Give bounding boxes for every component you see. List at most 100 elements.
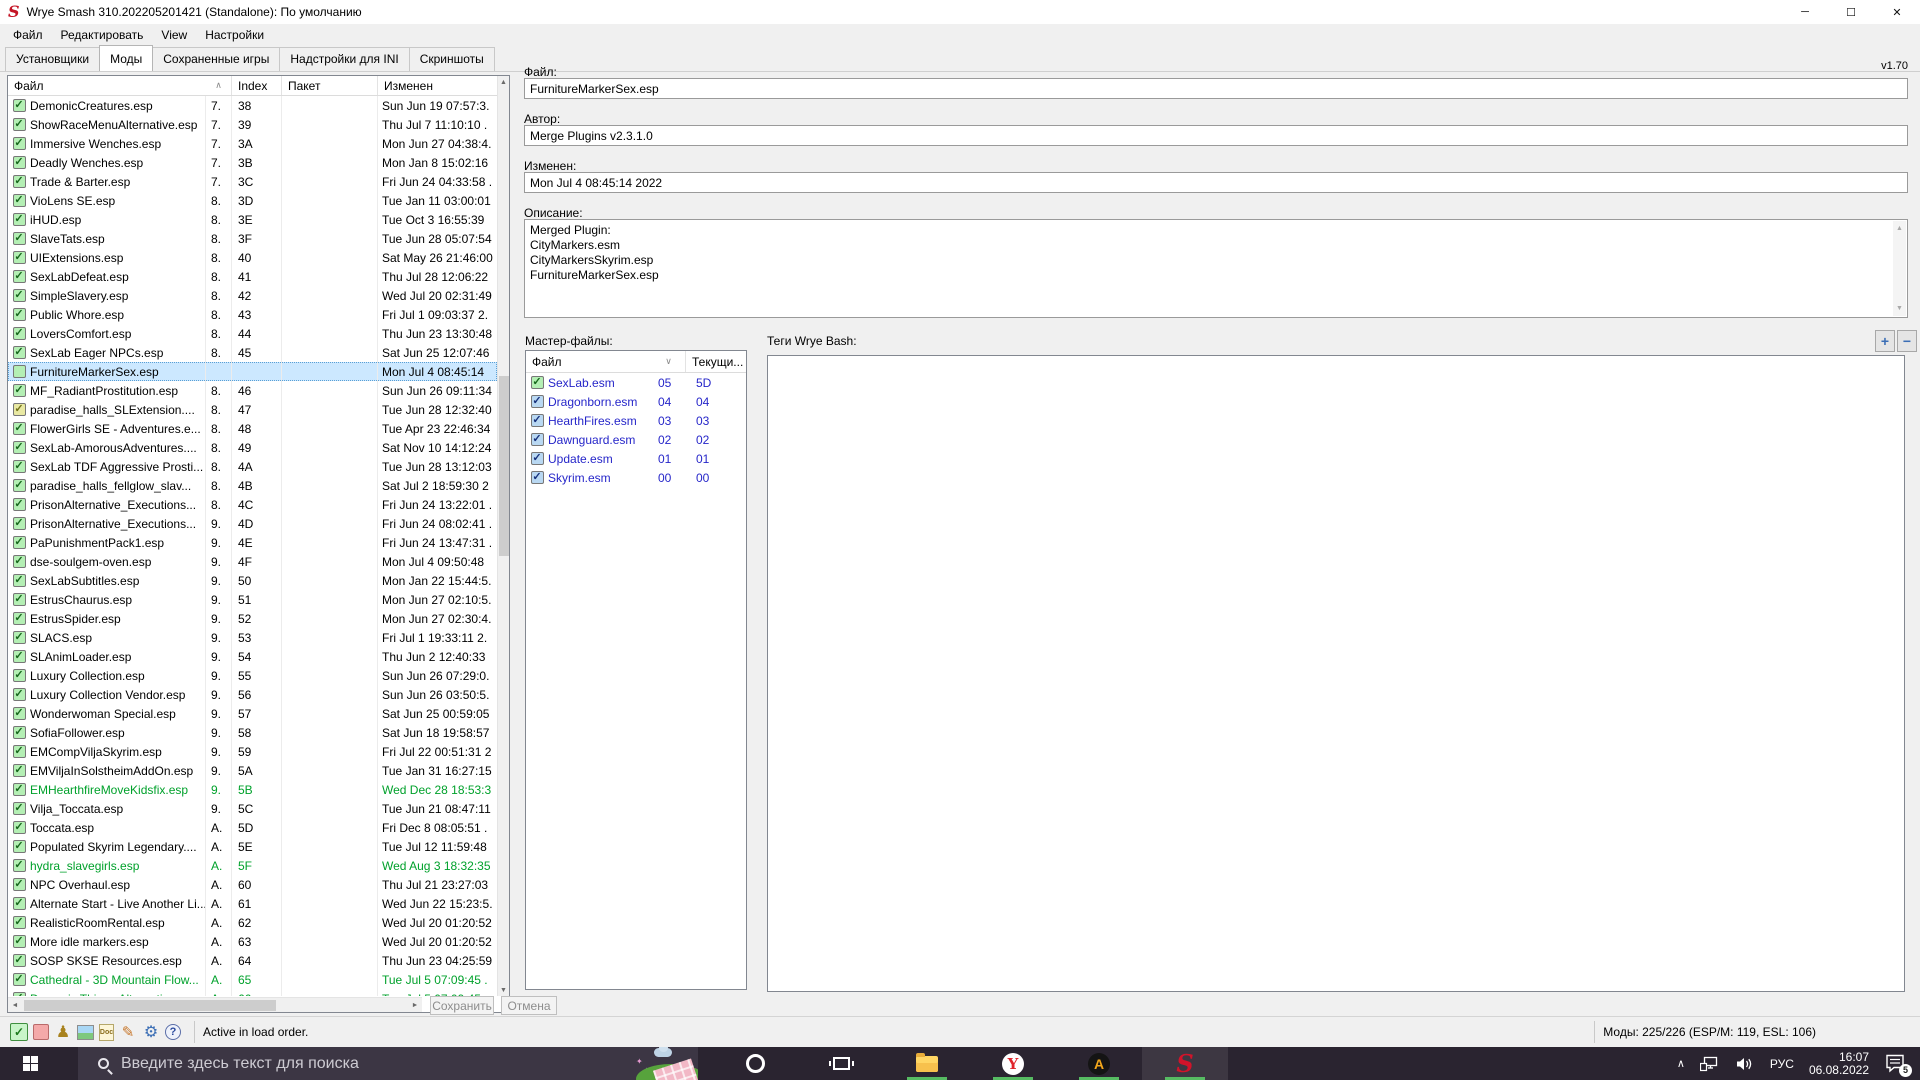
master-checkbox[interactable]: ✓ [531,376,544,389]
menu-item-Файл[interactable]: Файл [4,25,52,45]
master-row[interactable]: ✓Update.esm0101 [526,449,746,468]
mod-row[interactable]: ✓UIExtensions.esp8.40Sat May 26 21:46:00 [8,248,497,267]
doc-icon[interactable]: Doc [99,1024,114,1041]
mod-checkbox[interactable]: ✓ [13,118,26,131]
mod-row[interactable]: ✓Vilja_Toccata.esp9.5CTue Jun 21 08:47:1… [8,799,497,818]
mod-row[interactable]: ✓EstrusChaurus.esp9.51Mon Jun 27 02:10:5… [8,590,497,609]
master-checkbox[interactable]: ✓ [531,395,544,408]
mod-checkbox[interactable]: ✓ [13,669,26,682]
mod-row[interactable]: ✓Populated Skyrim Legendary....A.5ETue J… [8,837,497,856]
menu-item-Редактировать[interactable]: Редактировать [52,25,153,45]
cancel-button[interactable]: Отмена [501,996,557,1015]
column-header-file[interactable]: Файл [526,351,652,372]
tray-overflow-icon[interactable]: ∧ [1677,1057,1685,1070]
mod-checkbox[interactable]: ✓ [13,574,26,587]
mod-checkbox[interactable]: ✓ [13,612,26,625]
menu-item-View[interactable]: View [152,25,196,45]
modified-field[interactable]: Mon Jul 4 08:45:14 2022 [524,172,1908,193]
mod-checkbox[interactable]: ✓ [13,897,26,910]
mod-checkbox[interactable]: ✓ [13,479,26,492]
mod-row[interactable]: ✓Public Whore.esp8.43Fri Jul 1 09:03:37 … [8,305,497,324]
master-row[interactable]: ✓Dawnguard.esm0202 [526,430,746,449]
column-header-current[interactable]: Текущи... [686,351,746,372]
column-header-file[interactable]: Файл [8,76,206,95]
master-row[interactable]: ✓Skyrim.esm0000 [526,468,746,487]
mod-row[interactable]: ✓Toccata.espA.5DFri Dec 8 08:05:51 . [8,818,497,837]
unchecked-box-icon[interactable] [33,1024,49,1040]
mod-checkbox[interactable]: ✓ [13,840,26,853]
mod-checkbox[interactable]: ✓ [13,802,26,815]
mod-row[interactable]: ✓SexLabDefeat.esp8.41Thu Jul 28 12:06:22 [8,267,497,286]
mod-row[interactable]: ✓paradise_halls_SLExtension....8.47Tue J… [8,400,497,419]
scrollbar-thumb[interactable] [24,1000,276,1011]
aimp-taskbar-button[interactable]: A [1056,1047,1142,1080]
mod-row[interactable]: ✓hydra_slavegirls.espA.5FWed Aug 3 18:32… [8,856,497,875]
mod-row[interactable]: ✓Trade & Barter.esp7.3CFri Jun 24 04:33:… [8,172,497,191]
mod-checkbox[interactable]: ✓ [13,213,26,226]
mod-checkbox[interactable]: ✓ [13,954,26,967]
help-icon[interactable]: ? [165,1024,181,1040]
mod-row[interactable]: ✓EMCompViljaSkyrim.esp9.59Fri Jul 22 00:… [8,742,497,761]
file-field[interactable]: FurnitureMarkerSex.esp [524,78,1908,99]
tab-Сохраненные игры[interactable]: Сохраненные игры [152,47,280,71]
column-header-modified[interactable]: Изменен [378,76,509,95]
mod-checkbox[interactable]: ✓ [13,403,26,416]
mod-checkbox[interactable]: ✓ [13,156,26,169]
mod-checkbox[interactable]: ✓ [13,878,26,891]
tab-Установщики[interactable]: Установщики [5,47,100,71]
menu-item-Настройки[interactable]: Настройки [196,25,273,45]
mod-row[interactable]: ✓SexLabSubtitles.esp9.50Mon Jan 22 15:44… [8,571,497,590]
mod-checkbox[interactable] [13,365,26,378]
mod-row[interactable]: ✓SofiaFollower.esp9.58Sat Jun 18 19:58:5… [8,723,497,742]
mod-checkbox[interactable]: ✓ [13,289,26,302]
mod-checkbox[interactable]: ✓ [13,631,26,644]
add-tag-button[interactable]: + [1875,330,1895,352]
mods-horizontal-scrollbar[interactable]: ◄ ► [8,997,422,1012]
mod-row[interactable]: ✓SexLab Eager NPCs.esp8.45Sat Jun 25 12:… [8,343,497,362]
notification-center-icon[interactable]: 5 [1884,1053,1908,1075]
mod-checkbox[interactable]: ✓ [13,517,26,530]
mod-row[interactable]: ✓Luxury Collection Vendor.esp9.56Sun Jun… [8,685,497,704]
mod-row[interactable]: ✓EMHearthfireMoveKidsfix.esp9.5BWed Dec … [8,780,497,799]
mod-checkbox[interactable]: ✓ [13,346,26,359]
scroll-down-icon[interactable]: ▼ [1896,301,1903,316]
mod-row[interactable]: ✓Luxury Collection.esp9.55Sun Jun 26 07:… [8,666,497,685]
master-row[interactable]: ✓HearthFires.esm0303 [526,411,746,430]
mod-checkbox[interactable]: ✓ [13,384,26,397]
save-button[interactable]: Сохранить [430,996,494,1015]
column-header-index[interactable]: Index [232,76,282,95]
keyboard-language[interactable]: РУС [1770,1057,1794,1071]
explorer-taskbar-button[interactable] [884,1047,970,1080]
mod-row[interactable]: ✓FlowerGirls SE - Adventures.e...8.48Tue… [8,419,497,438]
taskbar-search[interactable]: Введите здесь текст для поиска ✦✦ [78,1047,698,1080]
mod-checkbox[interactable]: ✓ [13,460,26,473]
checked-box-icon[interactable]: ✓ [10,1023,28,1041]
column-header-package[interactable]: Пакет [282,76,378,95]
mod-row[interactable]: ✓SexLab-AmorousAdventures....8.49Sat Nov… [8,438,497,457]
mod-row[interactable]: ✓RealisticRoomRental.espA.62Wed Jul 20 0… [8,913,497,932]
mod-row[interactable]: ✓Wonderwoman Special.esp9.57Sat Jun 25 0… [8,704,497,723]
mod-checkbox[interactable]: ✓ [13,688,26,701]
mod-row[interactable]: ✓paradise_halls_fellglow_slav...8.4BSat … [8,476,497,495]
mod-checkbox[interactable]: ✓ [13,422,26,435]
mod-row[interactable]: ✓dse-soulgem-oven.esp9.4FMon Jul 4 09:50… [8,552,497,571]
mod-row[interactable]: ✓SimpleSlavery.esp8.42Wed Jul 20 02:31:4… [8,286,497,305]
mod-checkbox[interactable]: ✓ [13,821,26,834]
mod-checkbox[interactable]: ✓ [13,441,26,454]
mod-checkbox[interactable]: ✓ [13,650,26,663]
mod-checkbox[interactable]: ✓ [13,194,26,207]
description-field[interactable]: Merged Plugin: CityMarkers.esm CityMarke… [524,219,1908,318]
mod-checkbox[interactable]: ✓ [13,555,26,568]
sort-descending-icon[interactable]: ∨ [652,351,686,372]
mod-row[interactable]: ✓Cathedral - 3D Mountain Flow...A.65Tue … [8,970,497,989]
sort-ascending-icon[interactable]: ∧ [206,76,232,95]
task-view-taskbar-button[interactable] [798,1047,884,1080]
mod-checkbox[interactable]: ✓ [13,536,26,549]
tab-Надстройки для INI[interactable]: Надстройки для INI [279,47,409,71]
mod-checkbox[interactable]: ✓ [13,593,26,606]
mod-row[interactable]: ✓NPC Overhaul.espA.60Thu Jul 21 23:27:03 [8,875,497,894]
gear-icon[interactable]: ⚙ [142,1023,160,1041]
mod-row[interactable]: ✓LoversComfort.esp8.44Thu Jun 23 13:30:4… [8,324,497,343]
opera-taskbar-button[interactable] [712,1047,798,1080]
master-checkbox[interactable]: ✓ [531,452,544,465]
